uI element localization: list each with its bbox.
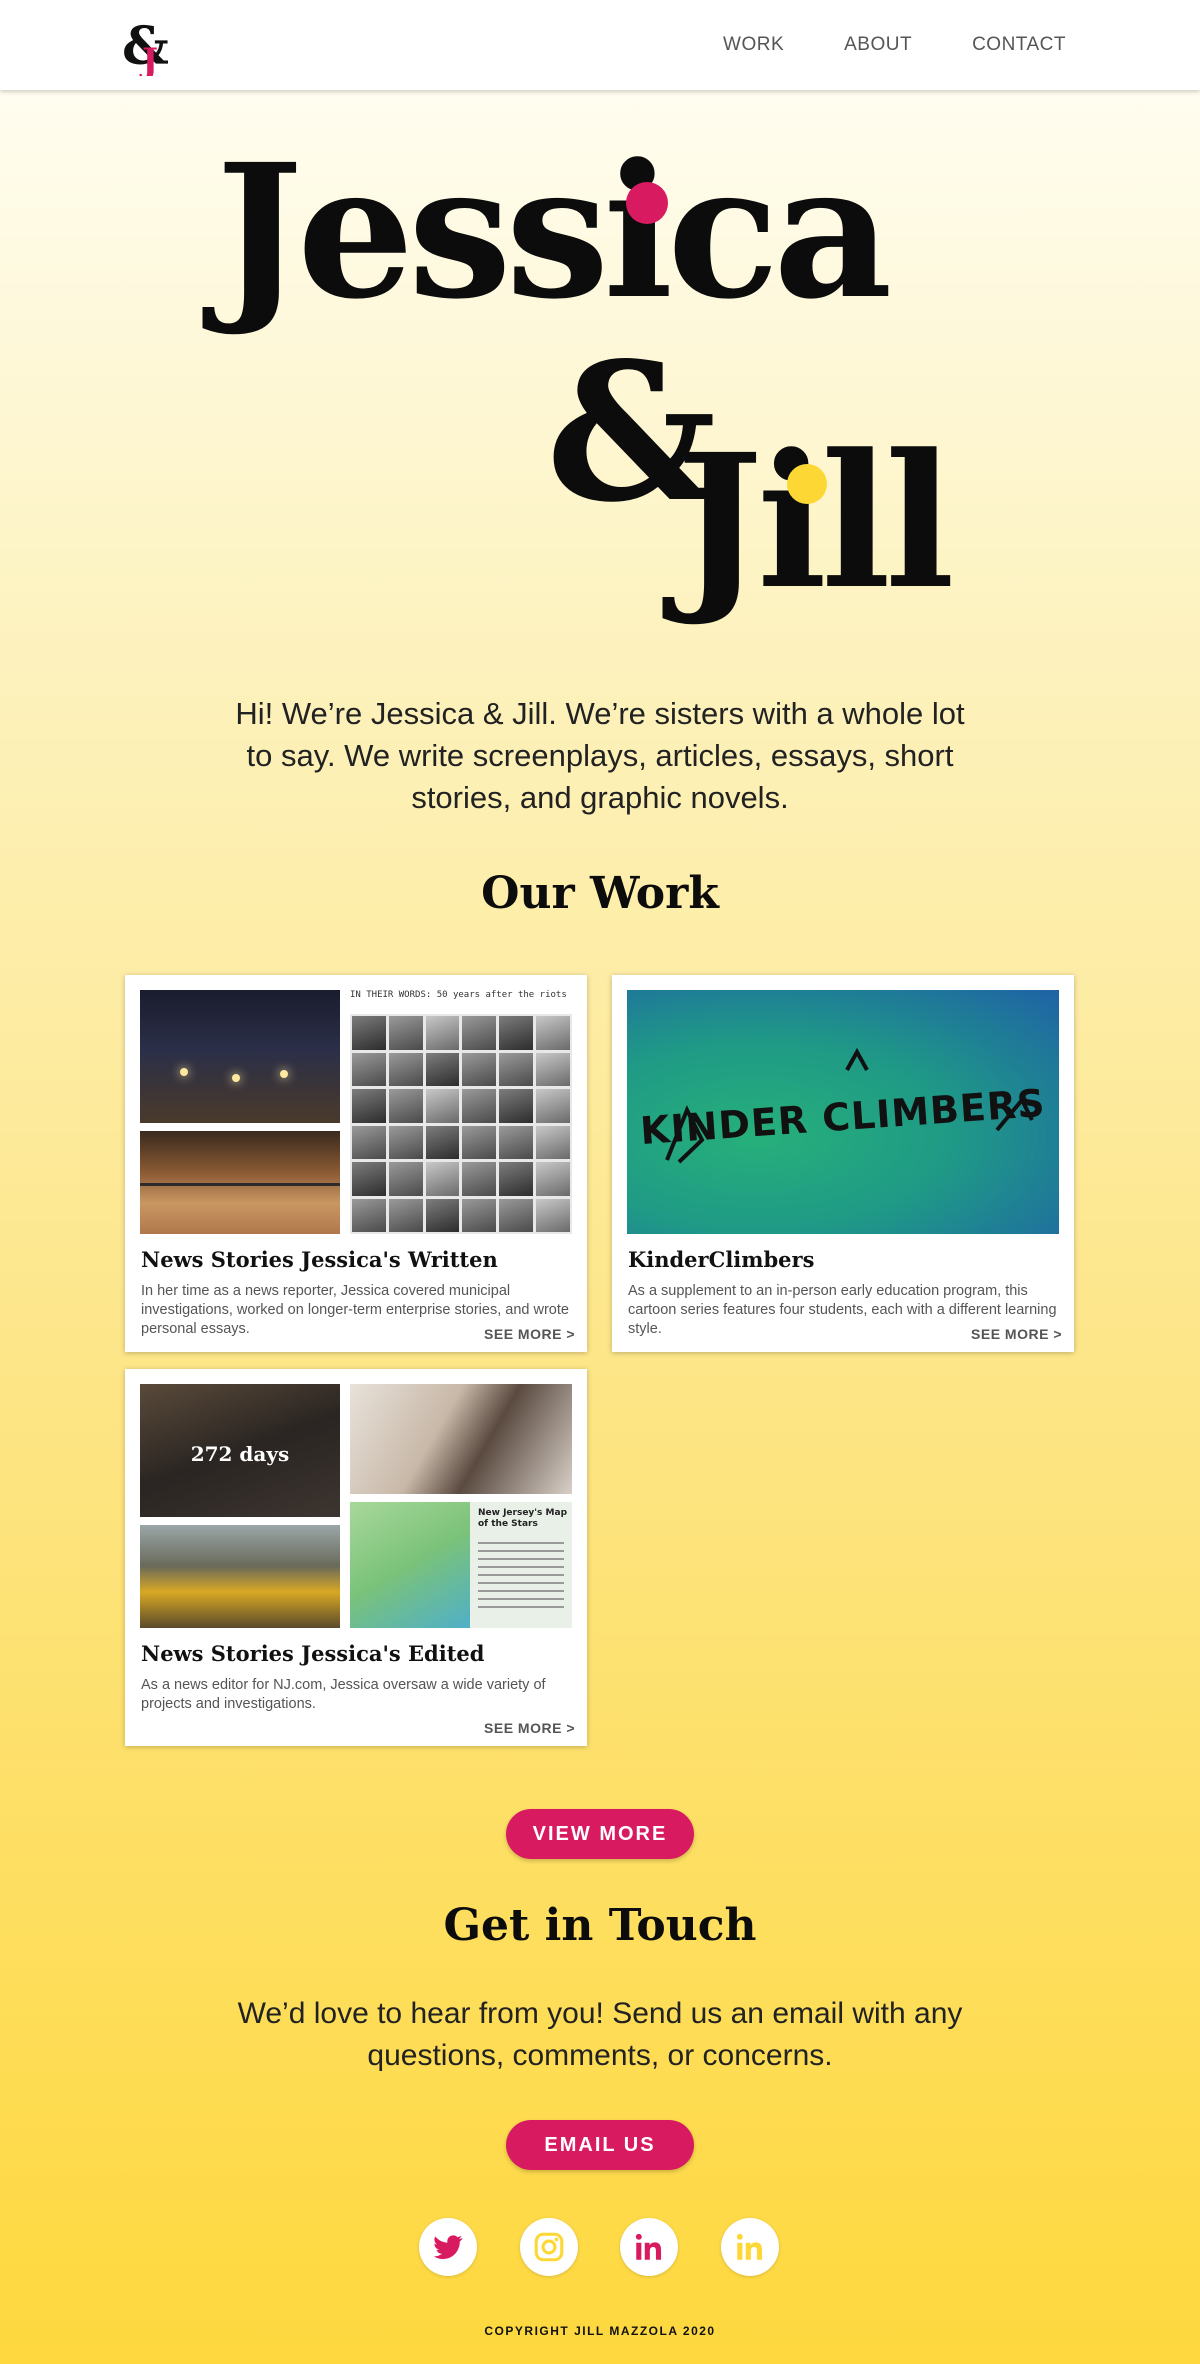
hero-pink-dot	[626, 182, 668, 224]
nav-contact-link[interactable]: CONTACT	[972, 34, 1066, 56]
email-us-button[interactable]: EMAIL US	[506, 2120, 694, 2170]
svg-text:J: J	[139, 41, 158, 76]
see-more-link[interactable]: SEE MORE >	[484, 1720, 575, 1736]
school-buses-photo	[140, 1525, 340, 1628]
nj-map-image: New Jersey's Map of the Stars	[350, 1502, 572, 1628]
view-more-button[interactable]: VIEW MORE	[506, 1809, 694, 1859]
linkedin-icon	[736, 2233, 763, 2260]
work-card-kinderclimbers[interactable]: KINDER CLIMBERS KinderClimbers As a supp…	[612, 975, 1074, 1352]
twitter-link[interactable]	[419, 2218, 477, 2276]
linkedin-icon	[635, 2233, 662, 2260]
site-logo[interactable]: & J	[120, 14, 169, 81]
work-card-news-written[interactable]: IN THEIR WORDS: 50 years after the riots…	[125, 975, 587, 1352]
collage-caption: IN THEIR WORDS: 50 years after the riots	[350, 990, 567, 1000]
work-card-news-edited[interactable]: 272 days New Jersey's Map of the Stars N…	[125, 1369, 587, 1746]
news-edited-collage: 272 days New Jersey's Map of the Stars	[140, 1384, 572, 1628]
nav-about-link[interactable]: ABOUT	[844, 34, 912, 56]
see-more-link[interactable]: SEE MORE >	[971, 1326, 1062, 1342]
card-description: As a news editor for NJ.com, Jessica ove…	[141, 1677, 546, 1712]
news-written-collage: IN THEIR WORDS: 50 years after the riots	[140, 990, 572, 1234]
hero-yellow-dot	[787, 464, 827, 504]
card-title: KinderClimbers	[628, 1247, 815, 1272]
instagram-icon	[534, 2232, 564, 2262]
twitter-icon	[433, 2235, 463, 2260]
hero-title-jessica: Jessica	[216, 124, 892, 340]
kinderclimbers-image: KINDER CLIMBERS	[627, 990, 1059, 1234]
vigil-photo	[140, 990, 340, 1123]
272-days-caption: 272 days	[190, 1442, 290, 1466]
portrait-photo	[350, 1384, 572, 1494]
card-title: News Stories Jessica's Edited	[141, 1641, 485, 1666]
copyright-text: COPYRIGHT JILL MAZZOLA 2020	[484, 2324, 716, 2338]
our-work-heading: Our Work	[481, 868, 719, 919]
map-caption: New Jersey's Map of the Stars	[478, 1508, 568, 1529]
272-days-photo: 272 days	[140, 1384, 340, 1517]
intro-text: Hi! We’re Jessica & Jill. We’re sisters …	[235, 696, 965, 815]
contact-text: We’d love to hear from you! Send us an e…	[237, 1997, 963, 2072]
gym-photo	[140, 1131, 340, 1234]
card-title: News Stories Jessica's Written	[141, 1247, 498, 1272]
main-nav: WORK ABOUT CONTACT	[663, 0, 1066, 90]
top-navigation-bar: & J WORK ABOUT CONTACT	[0, 0, 1200, 90]
instagram-link[interactable]	[520, 2218, 578, 2276]
hero-title-jill: Jill	[676, 414, 955, 630]
see-more-link[interactable]: SEE MORE >	[484, 1326, 575, 1342]
get-in-touch-heading: Get in Touch	[443, 1900, 757, 1951]
linkedin-link-jessica[interactable]	[620, 2218, 678, 2276]
nav-work-link[interactable]: WORK	[723, 34, 784, 56]
linkedin-link-jill[interactable]	[721, 2218, 779, 2276]
portrait-grid	[350, 1014, 572, 1234]
